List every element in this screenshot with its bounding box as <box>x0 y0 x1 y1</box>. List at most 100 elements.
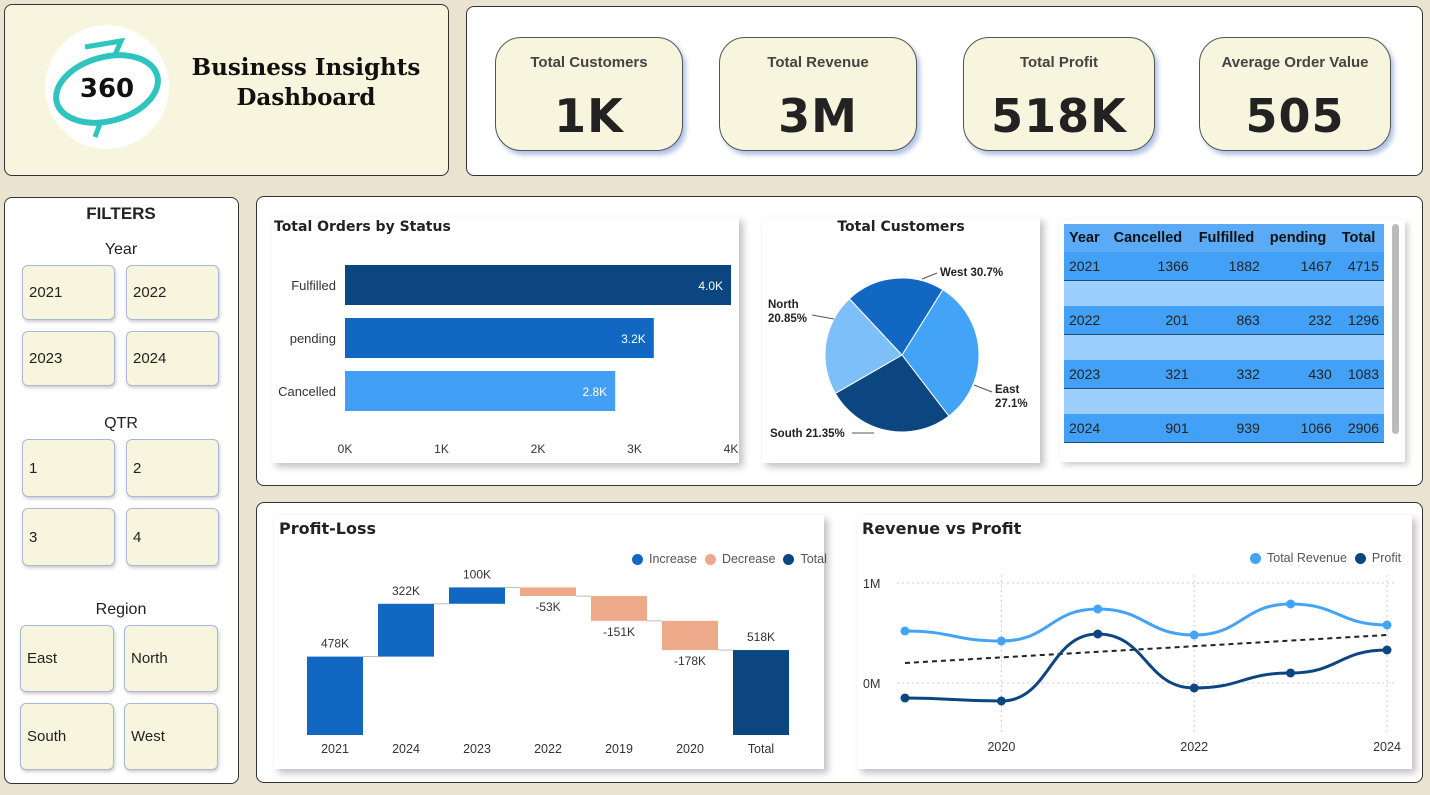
revenue-point <box>900 626 910 636</box>
table-cell: 2024 <box>1064 414 1109 443</box>
x-tick-label: 2022 <box>1180 740 1208 754</box>
x-tick-label: 1K <box>434 442 449 456</box>
table-scrollbar[interactable] <box>1392 224 1399 434</box>
profit-point <box>900 693 910 703</box>
x-tick-label: 3K <box>627 442 642 456</box>
waterfall-data-label: -53K <box>535 600 560 614</box>
column-header[interactable]: Cancelled <box>1108 224 1194 252</box>
revenue-point <box>1286 599 1296 609</box>
table-cell: 232 <box>1264 306 1337 335</box>
region-button-east[interactable]: East <box>20 625 114 692</box>
profit-point <box>1189 683 1199 693</box>
table-cell: 1882 <box>1193 252 1265 281</box>
qtr-button-4[interactable]: 4 <box>126 508 219 566</box>
waterfall-data-label: 100K <box>463 567 491 581</box>
table-row: 2022 201 863 232 1296 <box>1064 306 1384 335</box>
qtr-button-3[interactable]: 3 <box>22 508 115 566</box>
orders-bar-chart: Fulfilled 4.0K pending 3.2K Cancelled 2.8K 0K 1… <box>278 265 738 456</box>
logo-icon: 360 <box>53 37 161 138</box>
waterfall-data-label: 478K <box>321 637 349 651</box>
title-line-2: Dashboard <box>236 84 376 111</box>
revenue-point <box>996 636 1006 646</box>
pie-pct-label: 27.1% <box>995 398 1028 410</box>
table-cell: 332 <box>1193 360 1265 389</box>
pie-leader-line <box>973 384 993 393</box>
customers-pie-chart: West 30.7% East 27.1% South 21.35% North 20.8… <box>768 267 1028 440</box>
profit-point <box>1382 645 1392 655</box>
column-header[interactable]: pending <box>1264 224 1337 252</box>
table-cell: 863 <box>1193 306 1265 335</box>
title-line-1: Business Insights <box>191 54 421 81</box>
waterfall-data-label: 518K <box>747 630 775 644</box>
profit-line <box>904 632 1388 703</box>
kpi-label: Total Revenue <box>767 54 869 71</box>
waterfall-data-label: -178K <box>674 654 706 668</box>
revenue-point <box>1189 630 1199 640</box>
year-button-2021[interactable]: 2021 <box>22 265 115 320</box>
bar-data-label: 4.0K <box>698 279 723 293</box>
qtr-button-1[interactable]: 1 <box>22 439 115 497</box>
year-label: Year <box>104 241 138 258</box>
region-button-south[interactable]: South <box>20 703 114 770</box>
bar-data-label: 2.8K <box>583 385 608 399</box>
header-panel: 360 Business Insights Dashboard <box>4 4 449 176</box>
table-cell: 4715 <box>1336 252 1384 281</box>
qtr-button-2[interactable]: 2 <box>126 439 219 497</box>
waterfall-bar <box>733 650 789 735</box>
table-cell: 939 <box>1193 414 1265 443</box>
table-cell: 2023 <box>1064 360 1109 389</box>
column-header[interactable]: Fulfilled <box>1193 224 1265 252</box>
pie-pct-label: 20.85% <box>768 313 807 325</box>
table-row: 2024 901 939 1066 2906 <box>1064 414 1384 443</box>
table-cell: 430 <box>1264 360 1337 389</box>
table-row: 2023 321 332 430 1083 <box>1064 360 1384 389</box>
kpi-total-revenue: Total Revenue 3M <box>719 37 917 151</box>
table-cell: 1066 <box>1264 414 1337 443</box>
bar-data-label: 3.2K <box>621 332 646 346</box>
profit-loss-waterfall-chart: 478K 2021 322K 2024 100K 2023 -53K 2022 -151K 201… <box>307 567 789 756</box>
logo-text: 360 <box>80 74 134 104</box>
revenue-point <box>1093 604 1103 614</box>
region-button-north[interactable]: North <box>124 625 218 692</box>
waterfall-category-label: 2020 <box>676 742 704 756</box>
kpi-label: Average Order Value <box>1221 54 1369 71</box>
table-cell: 1366 <box>1108 252 1194 281</box>
table-cell: 2021 <box>1064 252 1109 281</box>
waterfall-category-label: 2023 <box>463 742 491 756</box>
waterfall-category-label: 2019 <box>605 742 633 756</box>
year-button-2023[interactable]: 2023 <box>22 331 115 386</box>
y-tick-label: 0M <box>863 677 880 691</box>
table-spacer-row <box>1064 334 1384 360</box>
filters-title: FILTERS <box>86 204 156 223</box>
orders-table: Year Cancelled Fulfilled pending Total 2… <box>1064 224 1384 443</box>
kpi-total-customers: Total Customers 1K <box>495 37 683 151</box>
table-header-row: Year Cancelled Fulfilled pending Total <box>1064 224 1384 252</box>
page-title: Business Insights Dashboard <box>191 53 421 113</box>
kpi-average-order-value: Average Order Value 505 <box>1199 37 1391 151</box>
y-tick-label: 1M <box>863 577 880 591</box>
filters-panel: FILTERS Year 2021 2022 2023 2024 QTR 1 2… <box>4 197 239 784</box>
table-row: 2021 1366 1882 1467 4715 <box>1064 252 1384 281</box>
kpi-total-profit: Total Profit 518K <box>963 37 1155 151</box>
pie-label: West 30.7% <box>940 267 1003 279</box>
table-cell: 201 <box>1108 306 1194 335</box>
bar-category-label: pending <box>290 331 336 346</box>
table-cell: 901 <box>1108 414 1194 443</box>
x-tick-label: 2020 <box>987 740 1015 754</box>
region-button-west[interactable]: West <box>124 703 218 770</box>
waterfall-category-label: 2022 <box>534 742 562 756</box>
waterfall-bar <box>307 656 363 735</box>
year-button-2024[interactable]: 2024 <box>126 331 219 386</box>
kpi-label: Total Profit <box>1019 54 1099 71</box>
kpi-value: 505 <box>1245 89 1345 143</box>
profit-point <box>996 696 1006 706</box>
column-header[interactable]: Year <box>1064 224 1109 252</box>
revenue-profit-line-chart: 1M 0M 2020 2022 2024 <box>863 575 1401 754</box>
column-header[interactable]: Total <box>1336 224 1384 252</box>
table-spacer-row <box>1064 280 1384 306</box>
year-button-2022[interactable]: 2022 <box>126 265 219 320</box>
pie-label: East <box>995 384 1019 396</box>
profit-point <box>1286 668 1296 678</box>
pie-label: South 21.35% <box>770 428 845 440</box>
kpi-value: 3M <box>778 89 858 143</box>
